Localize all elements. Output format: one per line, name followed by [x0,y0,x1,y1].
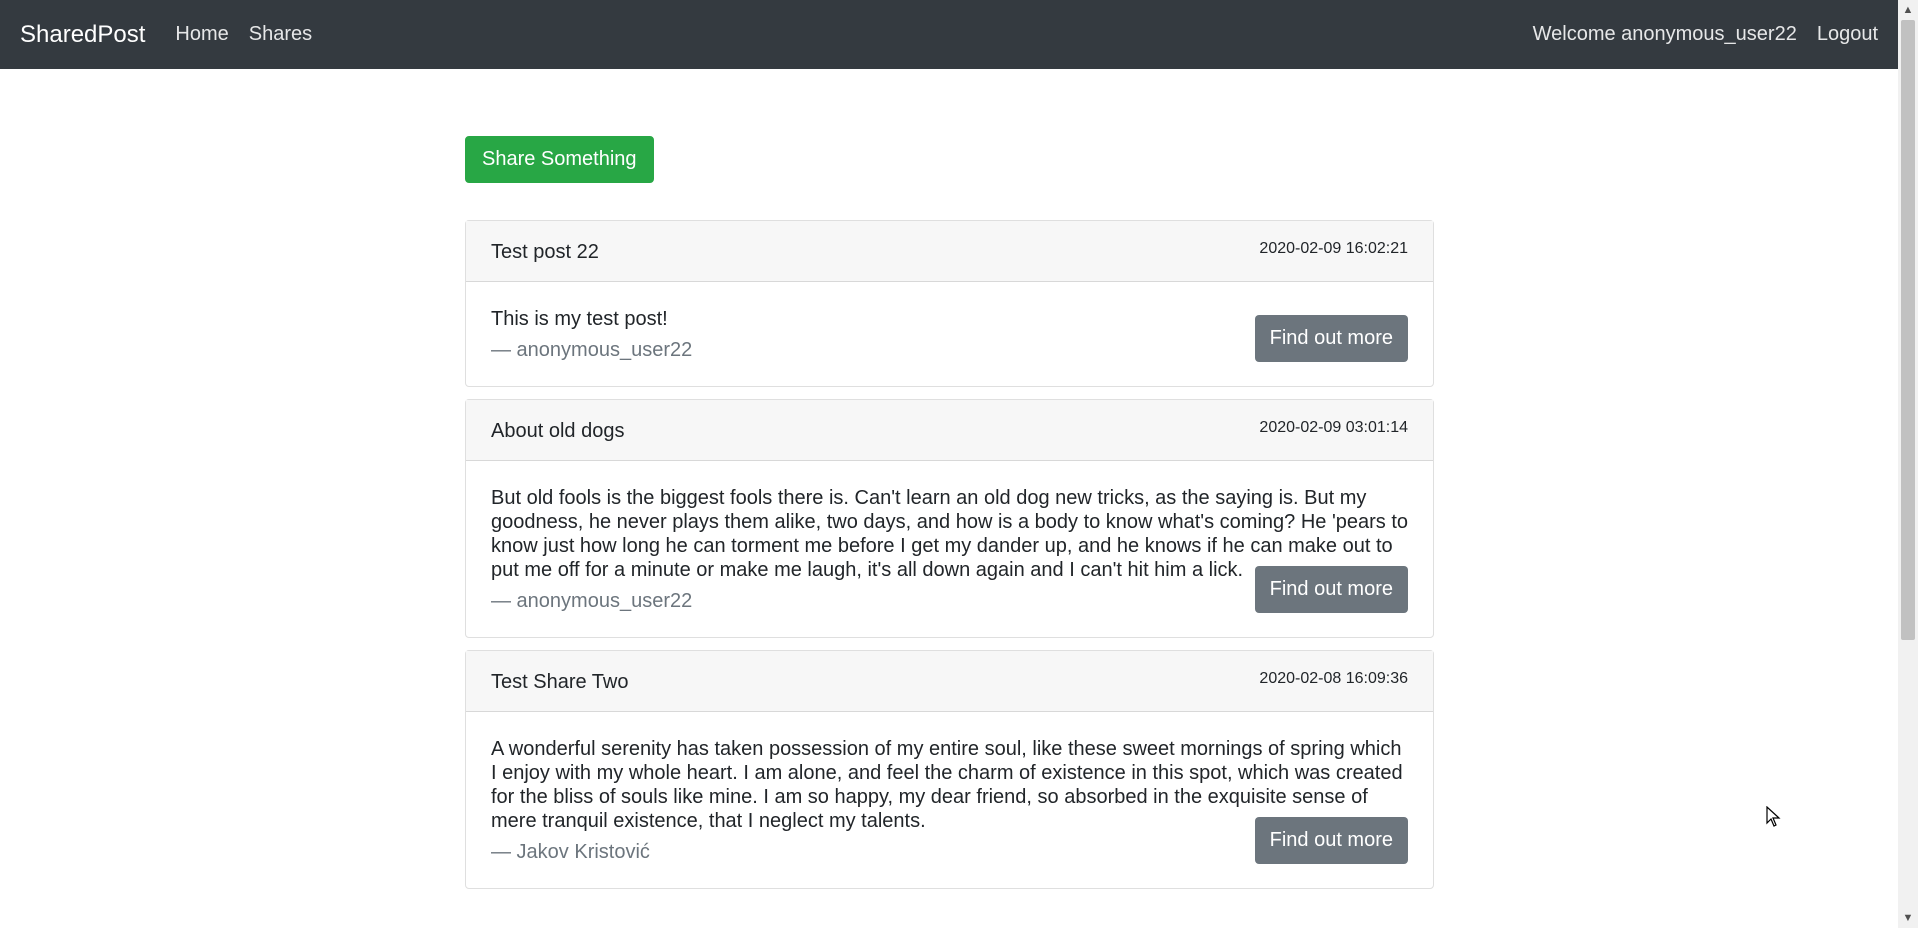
navbar-user-area: Welcome anonymous_user22 Logout [1513,23,1878,46]
nav-home-link[interactable]: Home [175,23,228,46]
post-card: Test post 22 2020-02-09 16:02:21 This is… [465,220,1434,387]
find-out-more-button[interactable]: Find out more [1254,315,1408,362]
post-date: 2020-02-09 03:01:14 [1259,419,1408,436]
scrollbar-thumb[interactable] [1901,20,1915,640]
post-title: Test post 22 [491,241,599,263]
vertical-scrollbar[interactable]: ▲ ▼ [1898,0,1918,928]
find-out-more-button[interactable]: Find out more [1254,817,1408,864]
post-date: 2020-02-09 16:02:21 [1259,240,1408,257]
post-title: About old dogs [491,420,625,442]
page: SharedPost Home Shares Welcome anonymous… [0,0,1918,928]
share-something-button[interactable]: Share Something [465,136,654,183]
logout-link[interactable]: Logout [1817,23,1878,46]
chevron-up-icon[interactable]: ▲ [1898,0,1918,20]
nav-shares-link[interactable]: Shares [249,23,312,46]
post-card-body: This is my test post! — anonymous_user22… [466,282,1433,386]
main-content: Share Something Test post 22 2020-02-09 … [465,69,1434,889]
post-card-header: Test Share Two 2020-02-08 16:09:36 [466,651,1433,712]
post-card-body: A wonderful serenity has taken possessio… [466,712,1433,888]
navbar: SharedPost Home Shares Welcome anonymous… [0,0,1898,69]
post-card-body: But old fools is the biggest fools there… [466,461,1433,637]
post-date: 2020-02-08 16:09:36 [1259,670,1408,687]
brand-link[interactable]: SharedPost [20,21,145,49]
post-card: About old dogs 2020-02-09 03:01:14 But o… [465,399,1434,638]
find-out-more-button[interactable]: Find out more [1254,566,1408,613]
post-card-header: About old dogs 2020-02-09 03:01:14 [466,400,1433,461]
post-title: Test Share Two [491,671,629,693]
post-card-header: Test post 22 2020-02-09 16:02:21 [466,221,1433,282]
mouse-pointer-icon [1766,806,1781,827]
chevron-down-icon[interactable]: ▼ [1898,908,1918,928]
welcome-user-link[interactable]: Welcome anonymous_user22 [1533,23,1797,46]
post-card: Test Share Two 2020-02-08 16:09:36 A won… [465,650,1434,889]
